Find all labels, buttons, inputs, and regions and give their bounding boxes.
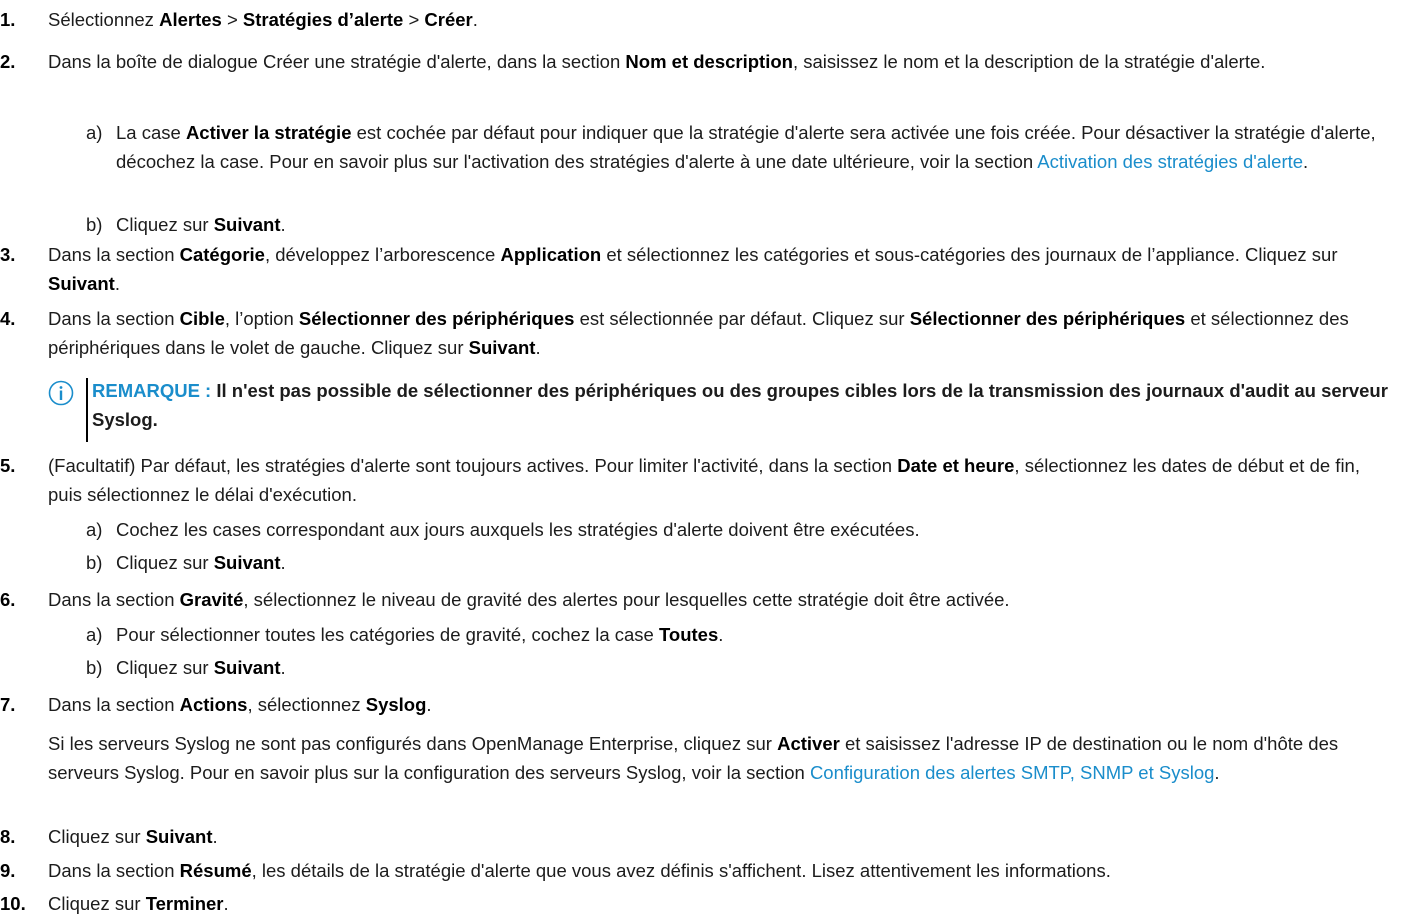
procedure-page: 1. Sélectionnez Alertes > Stratégies d’a… bbox=[0, 0, 1401, 918]
menu-creer: Créer bbox=[424, 9, 473, 30]
step-text: Dans la section Gravité, sélectionnez le… bbox=[48, 589, 1010, 610]
menu-strategies: Stratégies d’alerte bbox=[242, 9, 404, 30]
step-text: Cliquez sur Suivant. bbox=[48, 826, 218, 847]
substep-letter: a) bbox=[86, 624, 103, 645]
step-number: 3. bbox=[0, 244, 16, 265]
substep-text: Cliquez sur Suivant. bbox=[116, 657, 286, 678]
step-text: Cliquez sur Terminer. bbox=[48, 893, 229, 914]
step-number: 2. bbox=[0, 51, 16, 72]
step-text: Dans la boîte de dialogue Créer une stra… bbox=[48, 51, 1266, 72]
step-text: Dans la section Résumé, les détails de l… bbox=[48, 860, 1111, 881]
step-number: 7. bbox=[0, 694, 16, 715]
substep-text: Cliquez sur Suivant. bbox=[116, 214, 286, 235]
step-text: Dans la section Cible, l’option Sélectio… bbox=[48, 308, 1349, 358]
step-number: 4. bbox=[0, 308, 16, 329]
step-number: 1. bbox=[0, 9, 16, 30]
note-label: REMARQUE : bbox=[92, 380, 212, 401]
substep-letter: b) bbox=[86, 552, 103, 573]
step-number: 6. bbox=[0, 589, 16, 610]
substep-text: Cochez les cases correspondant aux jours… bbox=[116, 519, 920, 540]
substep-text: Pour sélectionner toutes les catégories … bbox=[116, 624, 724, 645]
substep-letter: b) bbox=[86, 214, 103, 235]
substep-text: La case Activer la stratégie est cochée … bbox=[116, 122, 1376, 172]
step-number: 9. bbox=[0, 860, 16, 881]
step-number: 8. bbox=[0, 826, 16, 847]
step-text: (Facultatif) Par défaut, les stratégies … bbox=[48, 455, 1360, 505]
step-number: 10. bbox=[0, 893, 26, 914]
menu-alertes: Alertes bbox=[159, 9, 222, 30]
substep-letter: a) bbox=[86, 519, 103, 540]
step-text: Dans la section Actions, sélectionnez Sy… bbox=[48, 694, 432, 715]
note-text: REMARQUE : Il n'est pas possible de séle… bbox=[92, 380, 1388, 430]
step-text: Dans la section Catégorie, développez l’… bbox=[48, 244, 1338, 294]
substep-letter: a) bbox=[86, 122, 103, 143]
step-number: 5. bbox=[0, 455, 16, 476]
substep-letter: b) bbox=[86, 657, 103, 678]
step-7-paragraph: Si les serveurs Syslog ne sont pas confi… bbox=[48, 733, 1339, 783]
note-divider bbox=[86, 378, 88, 442]
config-alerts-link[interactable]: Configuration des alertes SMTP, SNMP et … bbox=[810, 762, 1214, 783]
substep-text: Cliquez sur Suivant. bbox=[116, 552, 286, 573]
info-circle-icon bbox=[48, 380, 74, 406]
step-text: Sélectionnez Alertes > Stratégies d’aler… bbox=[48, 9, 478, 30]
activation-link[interactable]: Activation des stratégies d'alerte bbox=[1037, 151, 1303, 172]
